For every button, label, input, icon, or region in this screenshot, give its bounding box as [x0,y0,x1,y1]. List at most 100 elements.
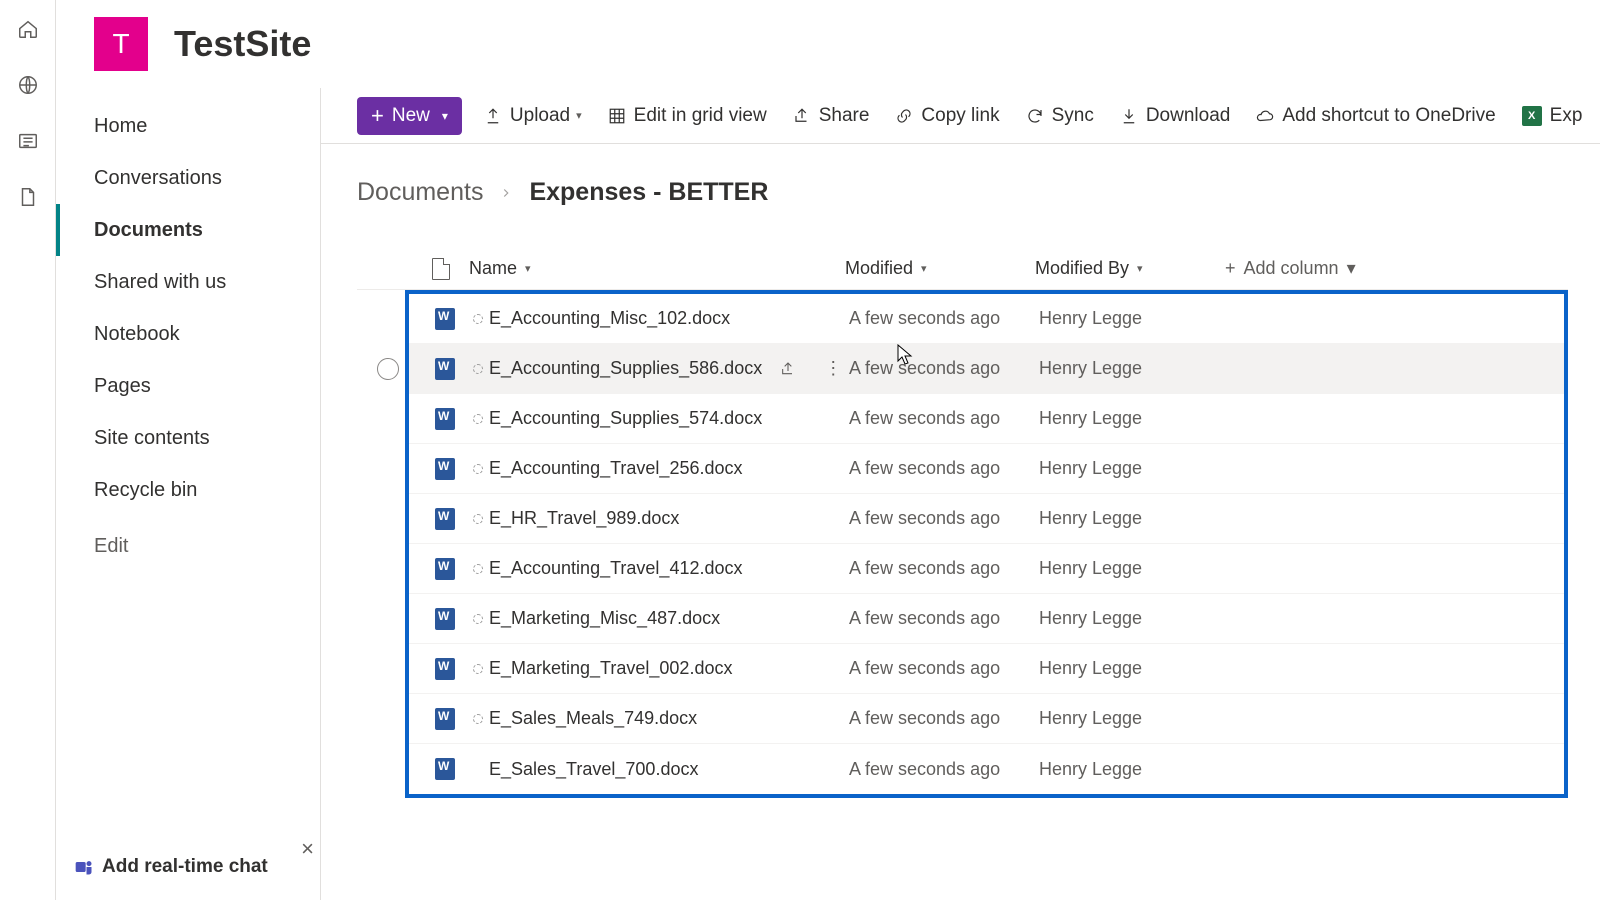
table-row[interactable]: E_HR_Travel_989.docxA few seconds agoHen… [409,494,1564,544]
file-name[interactable]: E_Accounting_Supplies_586.docx [489,358,762,379]
chevron-down-icon: ▾ [576,109,582,122]
loading-spinner-icon [473,664,483,674]
site-logo[interactable]: T [94,17,148,71]
home-icon[interactable] [17,18,39,40]
table-header: Name▾ Modified▾ Modified By▾ +Add column… [357,248,1568,290]
chat-promo-title[interactable]: Add real-time chat [102,856,268,878]
column-modifiedby[interactable]: Modified By ▾ [1035,258,1225,279]
sync-label: Sync [1052,105,1094,127]
table-row[interactable]: E_Sales_Meals_749.docxA few seconds agoH… [409,694,1564,744]
filetype-column-icon[interactable] [432,258,450,280]
loading-spinner-icon [473,564,483,574]
nav-item-conversations[interactable]: Conversations [56,152,320,204]
upload-icon [484,107,502,125]
word-icon [435,358,455,380]
file-modifiedby: Henry Legge [1039,708,1229,729]
nav-item-pages[interactable]: Pages [56,360,320,412]
file-name[interactable]: E_Accounting_Supplies_574.docx [489,408,762,429]
column-name-label: Name [469,258,517,279]
loading-spinner-icon [473,364,483,374]
loading-spinner-icon [473,414,483,424]
nav-item-shared-with-us[interactable]: Shared with us [56,256,320,308]
loading-spinner-icon [473,314,483,324]
new-button[interactable]: + New ▾ [357,97,462,135]
table-row[interactable]: E_Marketing_Travel_002.docx A few seconds… [409,644,1564,694]
excel-icon: X [1522,106,1542,126]
table-row[interactable]: E_Accounting_Travel_256.docxA few second… [409,444,1564,494]
table-row[interactable]: E_Accounting_Travel_412.docx A few second… [409,544,1564,594]
column-modified-label: Modified [845,258,913,279]
file-modified: A few seconds ago [849,508,1039,529]
copylink-label: Copy link [921,105,999,127]
word-icon [435,558,455,580]
file-name[interactable]: E_Marketing_Misc_487.docx [489,608,720,629]
news-icon[interactable] [17,130,39,152]
table-row[interactable]: E_Accounting_Supplies_574.docxA few seco… [409,394,1564,444]
file-modified: A few seconds ago [849,308,1039,329]
share-icon [793,107,811,125]
file-name[interactable]: E_Accounting_Travel_412.docx [489,558,743,579]
column-modified[interactable]: Modified▾ [845,258,1035,279]
chevron-down-icon: ▾ [1347,258,1356,279]
loading-spinner-icon [473,514,483,524]
sync-button[interactable]: Sync [1022,105,1098,127]
file-name[interactable]: E_Sales_Meals_749.docx [489,708,697,729]
loading-spinner-icon [473,614,483,624]
file-modifiedby: Henry Legge [1039,458,1229,479]
word-icon [435,758,455,780]
plus-icon: + [371,105,384,127]
table-row[interactable]: E_Accounting_Misc_102.docx A few seconds … [409,294,1564,344]
file-icon[interactable] [17,186,39,208]
app-rail [0,0,56,900]
column-name[interactable]: Name▾ [465,258,845,279]
word-icon [435,608,455,630]
file-modifiedby: Henry Legge [1039,608,1229,629]
file-name[interactable]: E_HR_Travel_989.docx [489,508,679,529]
chevron-down-icon: ▾ [1137,262,1143,275]
file-modified: A few seconds ago [849,658,1039,679]
nav-item-notebook[interactable]: Notebook [56,308,320,360]
download-label: Download [1146,105,1231,127]
nav-item-home[interactable]: Home [56,100,320,152]
site-header: T TestSite [56,0,1600,88]
nav-item-documents[interactable]: Documents [56,204,320,256]
share-button[interactable]: Share [789,105,874,127]
file-modifiedby: Henry Legge [1039,658,1229,679]
column-modifiedby-label: Modified By [1035,258,1129,279]
file-table: Name▾ Modified▾ Modified By▾ +Add column… [357,248,1568,798]
file-modified: A few seconds ago [849,558,1039,579]
left-nav: HomeConversationsDocumentsShared with us… [56,88,321,900]
file-name[interactable]: E_Sales_Travel_700.docx [489,759,698,780]
file-modifiedby: Henry Legge [1039,308,1229,329]
globe-icon[interactable] [17,74,39,96]
breadcrumb-root[interactable]: Documents [357,178,483,207]
table-row[interactable]: E_Sales_Travel_700.docx A few seconds ago… [409,744,1564,794]
plus-icon: + [1225,258,1236,279]
copylink-button[interactable]: Copy link [891,105,1003,127]
share-icon[interactable] [780,361,796,377]
file-name[interactable]: E_Accounting_Misc_102.docx [489,308,730,329]
more-icon[interactable]: ⋮ [820,358,846,379]
file-name[interactable]: E_Marketing_Travel_002.docx [489,658,732,679]
export-excel-button[interactable]: X Exp [1518,105,1587,127]
table-row[interactable]: E_Accounting_Supplies_586.docx⋮A few sec… [409,344,1564,394]
file-modified: A few seconds ago [849,759,1039,780]
add-shortcut-button[interactable]: Add shortcut to OneDrive [1252,105,1499,127]
site-title[interactable]: TestSite [174,23,311,65]
upload-button[interactable]: Upload ▾ [480,105,586,127]
add-column-button[interactable]: +Add column▾ [1225,258,1405,279]
breadcrumb-current: Expenses - BETTER [529,178,768,207]
nav-edit[interactable]: Edit [56,520,320,572]
nav-item-site-contents[interactable]: Site contents [56,412,320,464]
word-icon [435,658,455,680]
export-label: Exp [1550,105,1583,127]
file-name[interactable]: E_Accounting_Travel_256.docx [489,458,743,479]
share-label: Share [819,105,870,127]
edit-grid-button[interactable]: Edit in grid view [604,105,771,127]
download-button[interactable]: Download [1116,105,1235,127]
nav-item-recycle-bin[interactable]: Recycle bin [56,464,320,516]
upload-label: Upload [510,105,570,127]
row-select[interactable] [377,358,399,380]
table-row[interactable]: E_Marketing_Misc_487.docxA few seconds a… [409,594,1564,644]
loading-spinner-icon [473,464,483,474]
